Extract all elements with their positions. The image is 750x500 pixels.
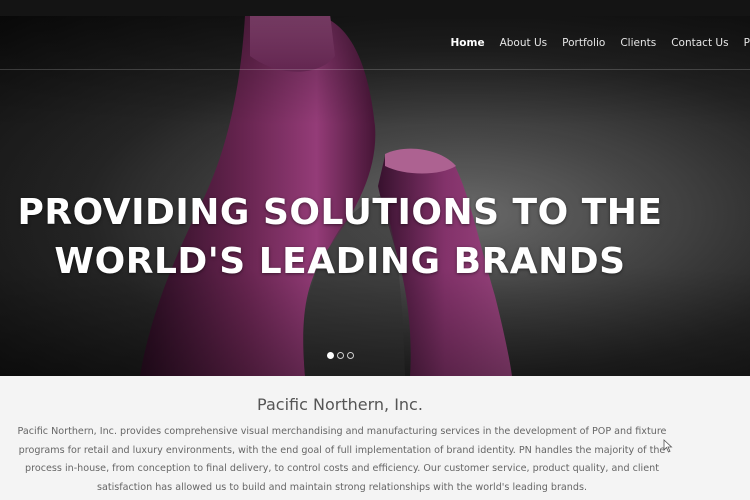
nav-item-home[interactable]: Home	[443, 37, 492, 49]
top-bar	[0, 0, 750, 16]
hero-headline: PROVIDING SOLUTIONS TO THE WORLD'S LEADI…	[0, 188, 680, 286]
company-title: Pacific Northern, Inc.	[257, 395, 423, 414]
nav-item-press-releases[interactable]: Press Relea	[736, 37, 750, 49]
mouse-pointer-icon	[663, 439, 673, 453]
slider-dot-3[interactable]	[347, 352, 354, 359]
nav-item-clients[interactable]: Clients	[613, 37, 664, 49]
nav-menu: Home About Us Portfolio Clients Contact …	[430, 16, 750, 70]
main-navigation: Home About Us Portfolio Clients Contact …	[0, 16, 750, 70]
about-section: Pacific Northern, Inc. Pacific Northern,…	[0, 376, 750, 500]
company-description: Pacific Northern, Inc. provides comprehe…	[17, 426, 667, 493]
nav-item-about-us[interactable]: About Us	[492, 37, 555, 49]
hero-headline-line1: PROVIDING SOLUTIONS TO THE	[17, 192, 663, 233]
hero-slider: PROVIDING SOLUTIONS TO THE WORLD'S LEADI…	[0, 16, 750, 376]
slider-pagination	[327, 352, 354, 359]
slider-dot-1[interactable]	[327, 352, 334, 359]
nav-item-contact-us[interactable]: Contact Us	[664, 37, 736, 49]
hero-headline-line2: WORLD'S LEADING BRANDS	[54, 241, 626, 282]
nav-item-portfolio[interactable]: Portfolio	[555, 37, 613, 49]
slider-dot-2[interactable]	[337, 352, 344, 359]
